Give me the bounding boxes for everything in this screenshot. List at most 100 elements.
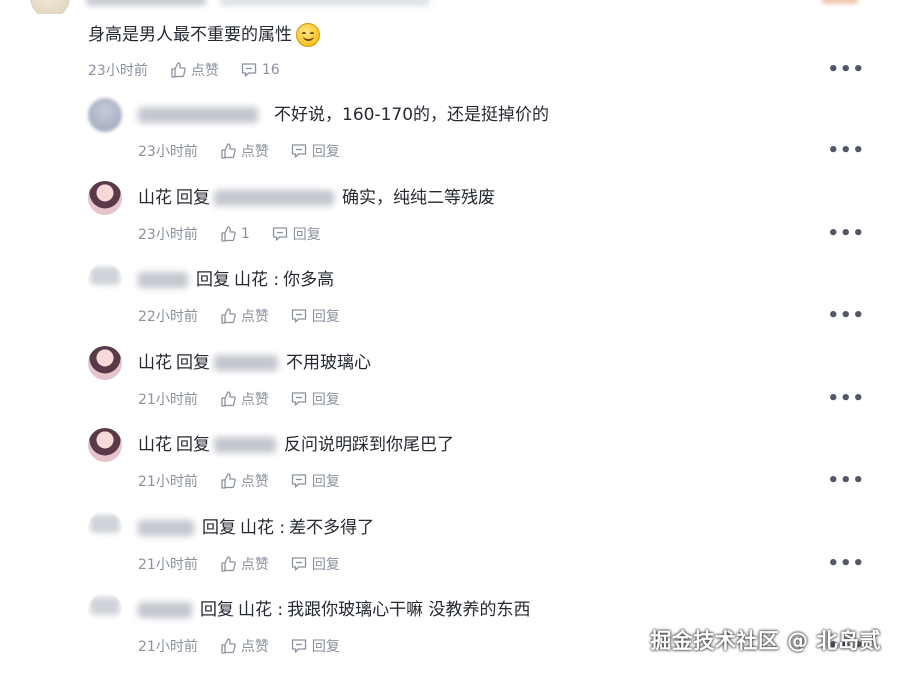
watermark: 掘金技术社区 @ 北岛贰 [650, 629, 881, 653]
author-name[interactable]: 山花 [138, 186, 172, 210]
reply-actions: 22小时前 点赞 回复 [138, 306, 362, 326]
reply-line: 回复 山花 : 我跟你玻璃心干嘛 没教养的东西 [138, 598, 531, 622]
reply-time: 21小时前 [138, 557, 198, 573]
comment-icon [291, 474, 306, 488]
reply-actions: 21小时前 点赞 回复 [138, 636, 362, 656]
like-button[interactable]: 点赞 [220, 306, 269, 326]
reply-actions: 21小时前 点赞 回复 [138, 554, 362, 574]
reply-label: 回复 [311, 474, 340, 490]
reply-text: 我跟你玻璃心干嘛 没教养的东西 [287, 600, 531, 620]
reply-count: 16 [261, 62, 280, 78]
like-label: 点赞 [190, 63, 219, 79]
reply-actions: 23小时前 点赞 回复 [138, 141, 362, 161]
like-button[interactable]: 点赞 [220, 554, 269, 574]
like-button[interactable]: 点赞 [170, 60, 219, 80]
reply-word: 回复 [202, 518, 236, 538]
reply-actions: 23小时前 1 回复 [138, 224, 343, 244]
author-name[interactable]: 山花 [138, 351, 172, 375]
avatar[interactable] [88, 181, 122, 215]
reply-label: 回复 [311, 639, 340, 655]
like-button[interactable]: 点赞 [220, 389, 269, 409]
thumb-up-icon [221, 638, 236, 654]
avatar[interactable] [88, 593, 122, 627]
reply-time: 21小时前 [138, 392, 198, 408]
blurred-username[interactable] [138, 520, 194, 536]
blurred-username[interactable] [138, 107, 258, 123]
reply-button[interactable]: 回复 [291, 306, 340, 326]
smiling-face-emoji-icon [296, 23, 320, 47]
reply-target[interactable]: 山花 : [234, 268, 279, 292]
reply-time: 21小时前 [138, 639, 198, 655]
thumb-up-icon [171, 62, 186, 78]
like-label: 点赞 [240, 309, 269, 325]
comment-icon [291, 144, 306, 158]
like-button[interactable]: 点赞 [220, 636, 269, 656]
more-options-button[interactable]: ••• [827, 471, 865, 491]
reply-button[interactable]: 回复 [291, 636, 340, 656]
reply-label: 回复 [311, 309, 340, 325]
avatar[interactable] [30, 0, 70, 14]
reply-text: 不用玻璃心 [286, 353, 371, 373]
reply-label: 回复 [311, 392, 340, 408]
blurred-username[interactable] [138, 602, 192, 618]
thumb-up-icon [221, 556, 236, 572]
comment-time: 23小时前 [88, 63, 148, 79]
thumb-up-icon [221, 308, 236, 324]
reply-line: 山花 回复 不用玻璃心 [138, 351, 371, 375]
reply-actions: 21小时前 点赞 回复 [138, 471, 362, 491]
more-options-button[interactable]: ••• [827, 60, 865, 80]
comment-icon [272, 227, 287, 241]
reply-word: 回复 [176, 353, 210, 373]
like-label: 点赞 [240, 392, 269, 408]
reply-button[interactable]: 回复 [291, 554, 340, 574]
like-label: 点赞 [240, 144, 269, 160]
comment-icon [291, 557, 306, 571]
like-label: 点赞 [240, 474, 269, 490]
reply-target[interactable]: 山花 : [238, 598, 283, 622]
more-options-button[interactable]: ••• [827, 141, 865, 161]
more-options-button[interactable]: ••• [827, 224, 865, 244]
avatar[interactable] [88, 511, 122, 545]
reply-target[interactable]: 山花 : [240, 516, 285, 540]
previous-comment-header [0, 0, 901, 14]
comment-icon [291, 639, 306, 653]
reply-button[interactable]: 回复 [291, 389, 340, 409]
reply-line: 不好说，160-170的，还是挺掉价的 [138, 103, 549, 127]
reply-text: 你多高 [283, 270, 335, 290]
avatar[interactable] [88, 98, 122, 132]
more-options-button[interactable]: ••• [827, 306, 865, 326]
like-button[interactable]: 1 [220, 226, 250, 242]
reply-word: 回复 [176, 188, 210, 208]
like-button[interactable]: 点赞 [220, 141, 269, 161]
reply-button[interactable]: 回复 [291, 141, 340, 161]
reply-text: 不好说，160-170的，还是挺掉价的 [274, 105, 550, 125]
author-name[interactable]: 山花 [138, 433, 172, 457]
like-label: 1 [240, 226, 250, 242]
reply-label: 回复 [292, 227, 321, 243]
like-button[interactable]: 点赞 [220, 471, 269, 491]
blurred-username[interactable] [214, 190, 334, 206]
comment-icon [291, 309, 306, 323]
thumb-up-icon [221, 226, 236, 242]
reply-line: 山花 回复 确实，纯纯二等残废 [138, 186, 495, 210]
reply-button[interactable]: 回复 [291, 471, 340, 491]
thumb-up-icon [221, 143, 236, 159]
more-options-button[interactable]: ••• [827, 554, 865, 574]
avatar[interactable] [88, 263, 122, 297]
reply-text: 差不多得了 [289, 518, 375, 538]
avatar[interactable] [88, 428, 122, 462]
blurred-username[interactable] [214, 437, 276, 453]
reply-actions: 21小时前 点赞 回复 [138, 389, 362, 409]
more-options-button[interactable]: ••• [827, 389, 865, 409]
avatar[interactable] [88, 346, 122, 380]
reply-word: 回复 [176, 435, 210, 455]
comment-icon [291, 392, 306, 406]
reply-button[interactable]: 回复 [272, 224, 321, 244]
reply-word: 回复 [200, 600, 234, 620]
reply-count-button[interactable]: 16 [241, 62, 280, 78]
reply-time: 22小时前 [138, 309, 198, 325]
blurred-username [86, 0, 206, 6]
blurred-username[interactable] [214, 355, 278, 371]
blurred-username[interactable] [138, 272, 188, 288]
reply-line: 回复 山花 : 你多高 [138, 268, 334, 292]
